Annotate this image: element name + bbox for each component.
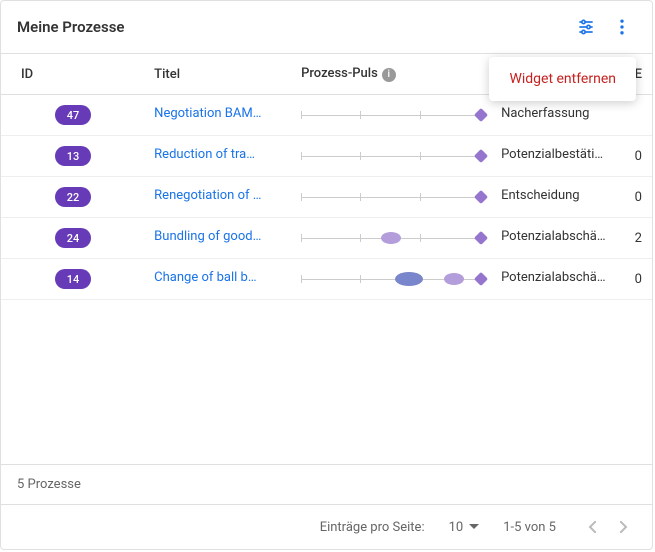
page-size-select[interactable]: 10 <box>449 520 480 535</box>
paginator: Einträge pro Seite: 10 1-5 von 5 <box>1 504 652 549</box>
table-row[interactable]: 24 Bundling of good… Potenzialabschä… 2 <box>1 218 652 259</box>
extra-value: 2 <box>635 231 642 246</box>
col-header-id[interactable]: ID <box>1 54 144 95</box>
status-text: Nacherfassung <box>501 106 589 121</box>
title-link[interactable]: Reduction of tra… <box>154 147 255 162</box>
title-link[interactable]: Bundling of good… <box>154 229 261 244</box>
id-badge: 47 <box>55 105 91 125</box>
more-icon[interactable] <box>608 13 636 41</box>
table-row[interactable]: 22 Renegotiation of … Entscheidung 0 <box>1 177 652 218</box>
id-badge: 24 <box>55 228 91 248</box>
widget-title: Meine Prozesse <box>17 18 125 36</box>
id-badge: 14 <box>55 269 91 289</box>
settings-icon[interactable] <box>572 13 600 41</box>
process-pulse <box>301 187 481 207</box>
page-range: 1-5 von 5 <box>503 520 556 535</box>
status-text: Potenzialabschä… <box>501 270 606 285</box>
process-pulse <box>301 228 481 248</box>
id-badge: 13 <box>55 146 91 166</box>
info-icon[interactable]: i <box>382 68 396 82</box>
status-text: Potenzialbestäti… <box>501 147 603 162</box>
page-size-label: Einträge pro Seite: <box>320 520 425 535</box>
status-text: Potenzialabschä… <box>501 229 606 244</box>
extra-value: 0 <box>635 149 642 164</box>
col-header-puls[interactable]: Prozess-Puls i <box>291 54 491 95</box>
extra-value: 0 <box>635 190 642 205</box>
process-pulse <box>301 269 481 289</box>
col-header-titel[interactable]: Titel <box>144 54 291 95</box>
id-badge: 22 <box>55 187 91 207</box>
chevron-down-icon <box>469 524 479 530</box>
prev-page-button[interactable] <box>580 515 604 539</box>
table-row[interactable]: 14 Change of ball b… Potenzialabschä… 0 <box>1 259 652 300</box>
remove-widget-item[interactable]: Widget entfernen <box>489 61 636 97</box>
page-size-value: 10 <box>449 520 464 535</box>
context-menu: Widget entfernen <box>489 57 636 101</box>
title-link[interactable]: Negotiation BAM… <box>154 106 261 121</box>
header-actions <box>572 13 636 41</box>
status-text: Entscheidung <box>501 188 580 203</box>
widget-header: Meine Prozesse <box>1 1 652 53</box>
next-page-button[interactable] <box>612 515 636 539</box>
process-pulse <box>301 105 481 125</box>
title-link[interactable]: Renegotiation of … <box>154 188 261 203</box>
table-row[interactable]: 13 Reduction of tra… Potenzialbestäti… 0 <box>1 136 652 177</box>
col-header-puls-label: Prozess-Puls <box>301 66 378 81</box>
page-nav <box>580 515 636 539</box>
title-link[interactable]: Change of ball b… <box>154 270 256 285</box>
table-container: ID Titel Prozess-Pulsi E 47 Negotiation … <box>1 53 652 464</box>
row-count: 5 Prozesse <box>1 464 652 504</box>
process-pulse <box>301 146 481 166</box>
widget-card: Meine Prozesse Widget entfernen ID Titel… <box>0 0 653 550</box>
extra-value: 0 <box>635 272 642 287</box>
